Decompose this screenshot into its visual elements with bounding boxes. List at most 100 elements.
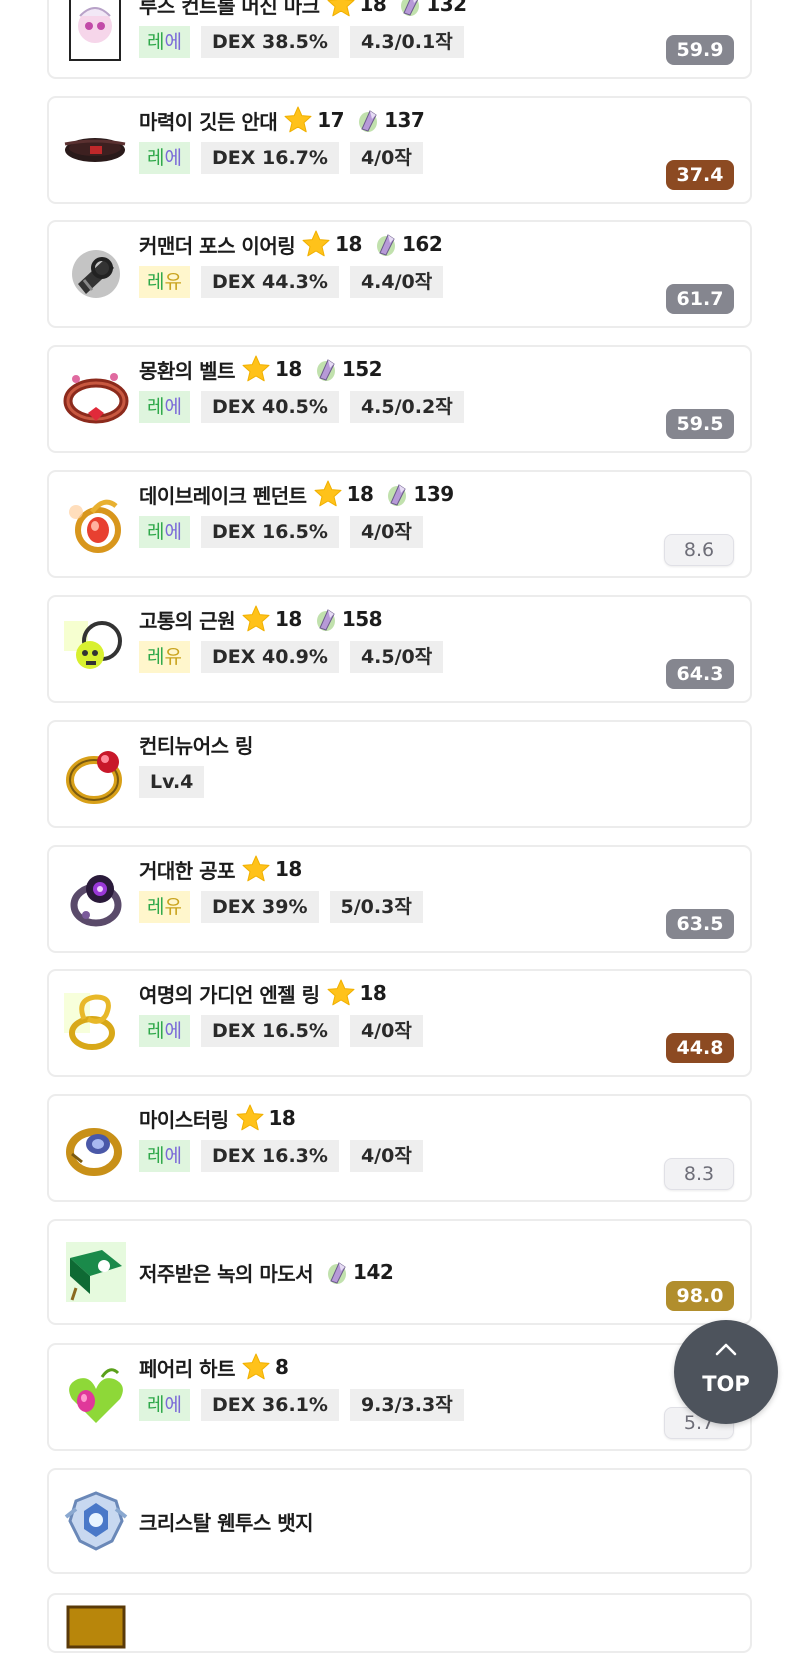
item-tags: 레에 DEX 36.1% 9.3/3.3작	[139, 1389, 464, 1421]
star-icon	[242, 355, 270, 382]
item-card[interactable]: 저주받은 녹의 마도서 142 98.0	[47, 1219, 752, 1325]
potential-grade-tag: 레유	[139, 641, 190, 673]
item-card[interactable]: 고통의 근원 18 158 레유 DEX 40.9% 4.5/0작 64.3	[47, 595, 752, 703]
item-title-row: 데이브레이크 펜던트 18 139	[139, 479, 454, 509]
scroll-tag: 4/0작	[349, 516, 423, 548]
item-name: 마이스터링	[139, 1107, 229, 1132]
gem-icon	[401, 0, 420, 16]
top-button-label: TOP	[702, 1372, 750, 1396]
item-tags: 레에 DEX 40.5% 4.5/0.2작	[139, 391, 464, 423]
item-title-row: 마력이 깃든 안대 17 137	[139, 105, 425, 135]
star-icon	[302, 230, 330, 257]
potential-grade-tag: 레에	[139, 1140, 190, 1172]
item-title-row: 여명의 가디언 엔젤 링 18	[139, 978, 387, 1008]
chevron-up-icon	[715, 1343, 737, 1356]
stat-tag: DEX 40.9%	[201, 641, 339, 673]
lucid-mark-icon	[62, 0, 130, 64]
item-title-row: 크리스탈 웬투스 뱃지	[139, 1506, 314, 1536]
item-card[interactable]: 몽환의 벨트 18 152 레에 DEX 40.5% 4.5/0.2작 59.5	[47, 345, 752, 453]
potential-grade-tag: 레에	[139, 516, 190, 548]
item-name: 몽환의 벨트	[139, 358, 235, 383]
stat-tag: DEX 16.7%	[201, 142, 339, 174]
upgrade-value: 142	[353, 1260, 394, 1284]
gem-icon	[316, 609, 335, 631]
item-tags: 레에 DEX 16.5% 4/0작	[139, 1015, 423, 1047]
upgrade-value: 158	[341, 607, 383, 631]
score-badge: 64.3	[666, 659, 734, 689]
item-card[interactable]: 크리스탈 웬투스 뱃지	[47, 1468, 752, 1574]
item-tags: 레에 DEX 38.5% 4.3/0.1작	[139, 26, 464, 58]
item-title-row: 페어리 하트 8	[139, 1352, 289, 1382]
potential-grade-tag: 레유	[139, 891, 190, 923]
angel-ring-icon	[62, 989, 130, 1057]
item-name: 데이브레이크 펜던트	[139, 483, 307, 508]
item-card[interactable]: 컨티뉴어스 링 Lv.4	[47, 720, 752, 828]
item-card[interactable]: 루즈 컨트롤 머신 마크 18 132 레에 DEX 38.5% 4.3/0.1작 …	[47, 0, 752, 79]
item-card[interactable]: 마이스터링 18 레에 DEX 16.3% 4/0작 8.3	[47, 1094, 752, 1202]
badge-icon	[62, 1487, 130, 1555]
upgrade-value: 162	[401, 232, 443, 256]
item-title-row: 컨티뉴어스 링	[139, 729, 253, 759]
gem-icon	[388, 484, 407, 506]
item-name: 여명의 가디언 엔젤 링	[139, 982, 320, 1007]
gem-icon	[359, 110, 378, 132]
score-badge: 61.7	[666, 284, 734, 314]
upgrade-value: 152	[341, 357, 383, 381]
scroll-tag: 4.4/0작	[349, 266, 444, 298]
star-force-count: 18	[346, 482, 374, 506]
star-force-count: 18	[359, 0, 387, 16]
score-badge: 98.0	[666, 1281, 734, 1311]
item-name: 거대한 공포	[139, 858, 235, 883]
stat-tag: DEX 16.5%	[201, 516, 339, 548]
star-icon	[242, 855, 270, 882]
item-name: 마력이 깃든 안대	[139, 109, 278, 134]
item-card[interactable]: 페어리 하트 8 레에 DEX 36.1% 9.3/3.3작 5.7	[47, 1343, 752, 1451]
scroll-top-button[interactable]: TOP	[674, 1320, 778, 1424]
star-icon	[242, 605, 270, 632]
scroll-tag: 4/0작	[349, 1140, 423, 1172]
potential-grade-tag: 레에	[139, 1015, 190, 1047]
stat-tag: DEX 38.5%	[201, 26, 339, 58]
star-force-count: 18	[268, 1106, 296, 1130]
fairy-heart-icon	[62, 1363, 130, 1431]
ring-icon	[62, 740, 130, 808]
spellbook-icon	[62, 1238, 130, 1306]
item-card[interactable]: 여명의 가디언 엔젤 링 18 레에 DEX 16.5% 4/0작 44.8	[47, 969, 752, 1077]
score-badge: 59.9	[666, 35, 734, 65]
level-tag: Lv.4	[139, 766, 205, 798]
star-force-count: 18	[359, 981, 387, 1005]
score-badge: 37.4	[666, 160, 734, 190]
belt-icon	[62, 365, 130, 433]
scroll-tag: 4.5/0작	[349, 641, 444, 673]
star-force-count: 18	[274, 357, 302, 381]
potential-grade-tag: 레에	[139, 391, 190, 423]
item-card[interactable]	[47, 1593, 752, 1653]
item-name: 고통의 근원	[139, 608, 235, 633]
star-icon	[314, 480, 342, 507]
eyepatch-icon	[62, 116, 130, 184]
scroll-tag: 4.5/0.2작	[349, 391, 464, 423]
item-title-row: 루즈 컨트롤 머신 마크 18 132	[139, 0, 467, 19]
score-badge: 63.5	[666, 909, 734, 939]
score-badge: 44.8	[666, 1033, 734, 1063]
upgrade-value: 137	[384, 108, 425, 132]
item-title-row: 마이스터링 18	[139, 1103, 296, 1133]
item-card[interactable]: 데이브레이크 펜던트 18 139 레에 DEX 16.5% 4/0작 8.6	[47, 470, 752, 578]
star-force-count: 17	[317, 108, 345, 132]
earring-icon	[62, 240, 130, 308]
scroll-tag: 4.3/0.1작	[349, 26, 464, 58]
item-name: 페어리 하트	[139, 1356, 235, 1381]
gem-icon	[376, 234, 395, 256]
item-card[interactable]: 마력이 깃든 안대 17 137 레에 DEX 16.7% 4/0작 37.4	[47, 96, 752, 204]
score-badge: 8.6	[664, 534, 734, 566]
item-card[interactable]: 커맨더 포스 이어링 18 162 레유 DEX 44.3% 4.4/0작 61.7	[47, 220, 752, 328]
item-name: 루즈 컨트롤 머신 마크	[139, 0, 320, 18]
item-tags: 레에 DEX 16.5% 4/0작	[139, 516, 423, 548]
scroll-tag: 9.3/3.3작	[349, 1389, 464, 1421]
item-title-row: 저주받은 녹의 마도서 142	[139, 1257, 394, 1287]
scroll-tag: 5/0.3작	[329, 891, 423, 923]
item-tags: 레유 DEX 44.3% 4.4/0작	[139, 266, 444, 298]
potential-grade-tag: 레에	[139, 142, 190, 174]
item-card[interactable]: 거대한 공포 18 레유 DEX 39% 5/0.3작 63.5	[47, 845, 752, 953]
stat-tag: DEX 36.1%	[201, 1389, 339, 1421]
